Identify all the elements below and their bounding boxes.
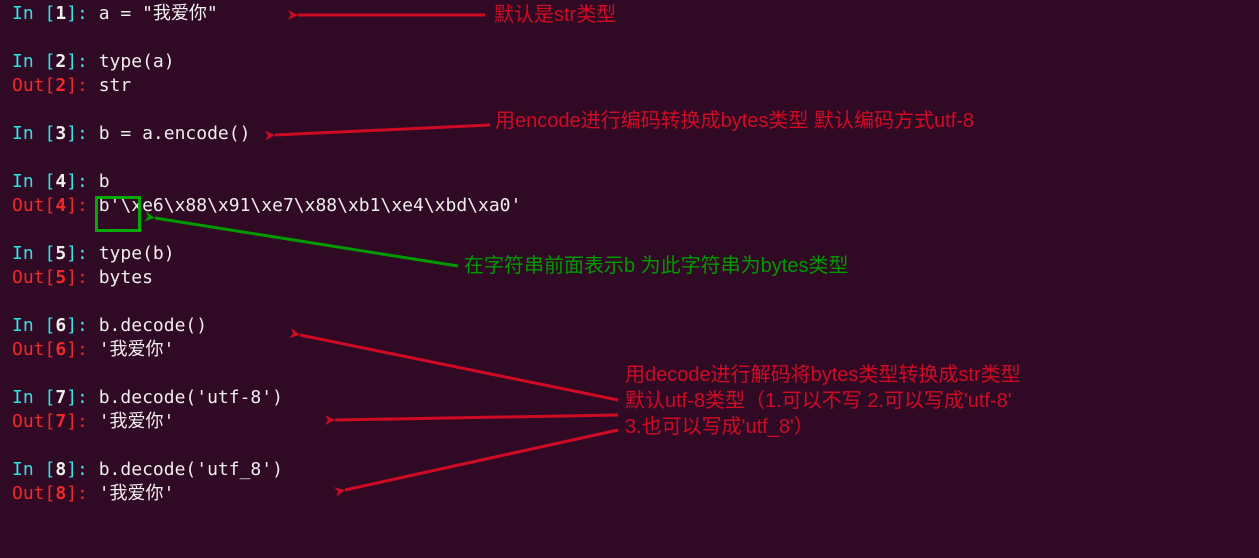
out-prompt-close: ]: — [66, 339, 99, 360]
out-value: '我爱你' — [99, 411, 175, 432]
in-prompt-close: ]: — [66, 459, 99, 480]
out-prompt: Out[ — [12, 411, 55, 432]
ipython-session: In [1]: a = "我爱你" In [2]: type(a)Out[2]:… — [0, 0, 1259, 508]
in-line-5: In [5]: type(b) — [12, 242, 1253, 266]
out-line-2: Out[2]: str — [12, 74, 1253, 98]
in-number: 5 — [55, 243, 66, 264]
in-line-2: In [2]: type(a) — [12, 50, 1253, 74]
out-prompt: Out[ — [12, 75, 55, 96]
in-prompt-close: ]: — [66, 315, 99, 336]
blank-line — [12, 290, 1253, 314]
out-line-7: Out[7]: '我爱你' — [12, 410, 1253, 434]
out-prompt: Out[ — [12, 195, 55, 216]
in-code: b.decode() — [99, 315, 207, 336]
in-prompt-close: ]: — [66, 387, 99, 408]
out-value: '我爱你' — [99, 339, 175, 360]
in-line-7: In [7]: b.decode('utf-8') — [12, 386, 1253, 410]
out-line-5: Out[5]: bytes — [12, 266, 1253, 290]
in-prompt-close: ]: — [66, 123, 99, 144]
in-prompt-close: ]: — [66, 51, 99, 72]
out-line-6: Out[6]: '我爱你' — [12, 338, 1253, 362]
blank-line — [12, 146, 1253, 170]
in-prompt: In [ — [12, 459, 55, 480]
in-code: a = "我爱你" — [99, 3, 218, 24]
out-prompt-close: ]: — [66, 483, 99, 504]
in-number: 7 — [55, 387, 66, 408]
out-prompt: Out[ — [12, 339, 55, 360]
out-prompt: Out[ — [12, 483, 55, 504]
in-code: b — [99, 171, 110, 192]
out-number: 2 — [55, 75, 66, 96]
out-value: str — [99, 75, 132, 96]
in-line-6: In [6]: b.decode() — [12, 314, 1253, 338]
out-prompt-close: ]: — [66, 267, 99, 288]
in-line-3: In [3]: b = a.encode() — [12, 122, 1253, 146]
in-number: 2 — [55, 51, 66, 72]
out-number: 5 — [55, 267, 66, 288]
blank-line — [12, 362, 1253, 386]
out-prompt: Out[ — [12, 267, 55, 288]
in-prompt: In [ — [12, 3, 55, 24]
in-code: type(a) — [99, 51, 175, 72]
in-line-8: In [8]: b.decode('utf_8') — [12, 458, 1253, 482]
in-number: 1 — [55, 3, 66, 24]
blank-line — [12, 98, 1253, 122]
blank-line — [12, 434, 1253, 458]
out-line-8: Out[8]: '我爱你' — [12, 482, 1253, 506]
out-value: bytes — [99, 267, 153, 288]
in-code: b.decode('utf-8') — [99, 387, 283, 408]
in-prompt: In [ — [12, 315, 55, 336]
out-prompt-close: ]: — [66, 195, 99, 216]
out-number: 7 — [55, 411, 66, 432]
in-prompt-close: ]: — [66, 3, 99, 24]
out-value: b'\xe6\x88\x91\xe7\x88\xb1\xe4\xbd\xa0' — [99, 195, 522, 216]
in-number: 4 — [55, 171, 66, 192]
in-code: type(b) — [99, 243, 175, 264]
in-number: 8 — [55, 459, 66, 480]
out-number: 6 — [55, 339, 66, 360]
in-prompt-close: ]: — [66, 171, 99, 192]
out-prompt-close: ]: — [66, 411, 99, 432]
in-prompt: In [ — [12, 387, 55, 408]
out-value: '我爱你' — [99, 483, 175, 504]
in-prompt: In [ — [12, 51, 55, 72]
in-prompt: In [ — [12, 243, 55, 264]
in-number: 3 — [55, 123, 66, 144]
in-code: b.decode('utf_8') — [99, 459, 283, 480]
out-number: 8 — [55, 483, 66, 504]
in-prompt-close: ]: — [66, 243, 99, 264]
out-number: 4 — [55, 195, 66, 216]
out-prompt-close: ]: — [66, 75, 99, 96]
in-line-1: In [1]: a = "我爱你" — [12, 2, 1253, 26]
blank-line — [12, 26, 1253, 50]
in-line-4: In [4]: b — [12, 170, 1253, 194]
in-prompt: In [ — [12, 123, 55, 144]
in-prompt: In [ — [12, 171, 55, 192]
in-number: 6 — [55, 315, 66, 336]
in-code: b = a.encode() — [99, 123, 251, 144]
blank-line — [12, 218, 1253, 242]
out-line-4: Out[4]: b'\xe6\x88\x91\xe7\x88\xb1\xe4\x… — [12, 194, 1253, 218]
